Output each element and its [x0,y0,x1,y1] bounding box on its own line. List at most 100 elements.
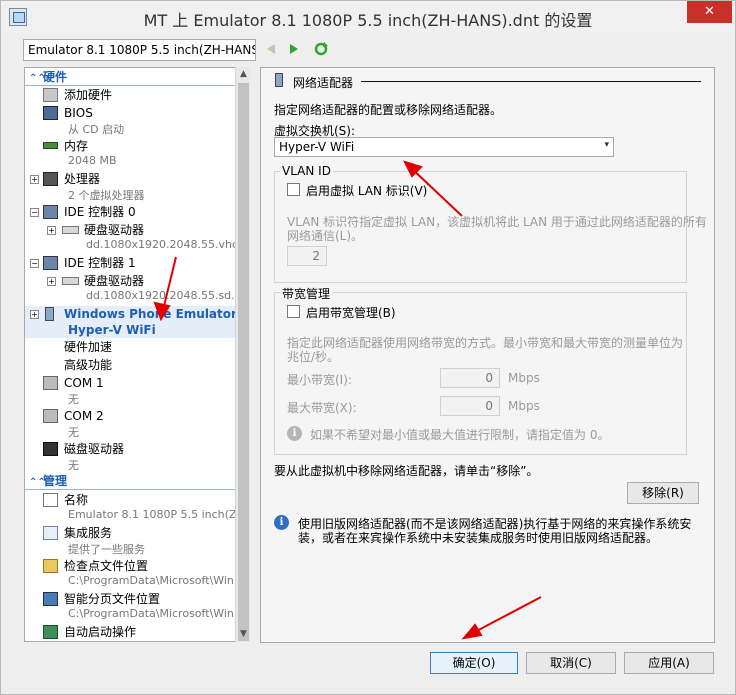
vlan-checkbox-label: 启用虚拟 LAN 标识(V) [306,184,428,198]
collapse-icon[interactable]: − [30,259,39,268]
autostart-icon [43,625,58,639]
tree-item-ide0-disk[interactable]: + 硬盘驱动器 [25,222,235,238]
min-bandwidth-input[interactable]: 0 [440,368,500,388]
bios-detail: 从 CD 启动 [68,123,125,136]
memory-icon [43,142,58,149]
checkpoint-detail: C:\ProgramData\Microsoft\Win... [68,574,245,587]
collapse-icon[interactable]: − [30,208,39,217]
collapse-chevron-icon: ⌃⌃ [29,477,46,488]
tree-item-diskette[interactable]: 磁盘驱动器 [25,441,235,457]
ide-controller-icon [43,205,58,219]
ok-button[interactable]: 确定(O) [430,652,518,674]
checkpoint-folder-icon [43,559,58,573]
network-adapter-icon [45,307,54,321]
tree-item-advanced[interactable]: 高级功能 [25,357,235,373]
tree-item-bios[interactable]: BIOS [25,105,235,121]
management-section-header[interactable]: ⌃⌃管理 [25,474,237,490]
vlan-description-2: 网络通信(L)。 [287,229,364,243]
apply-button[interactable]: 应用(A) [624,652,714,674]
com-port-icon [43,409,58,423]
legacy-info-2: 装，或者在来宾操作系统中未安装集成服务时使用旧版网络适配器。 [298,531,659,545]
bandwidth-checkbox-label: 启用带宽管理(B) [306,306,396,320]
paging-detail: C:\ProgramData\Microsoft\Win... [68,607,245,620]
max-bandwidth-unit: Mbps [508,399,540,413]
hardware-section-header[interactable]: ⌃⌃硬件 [25,70,237,86]
vlan-id-input[interactable]: 2 [287,246,327,266]
forward-icon[interactable] [286,41,302,57]
tree-item-integration[interactable]: 集成服务 [25,525,235,541]
tree-item-hw-acceleration[interactable]: 硬件加速 [25,339,235,355]
tree-item-ide0[interactable]: − IDE 控制器 0 [25,204,235,220]
name-detail: Emulator 8.1 1080P 5.5 inch(Z... [68,508,247,521]
tree-item-com2[interactable]: COM 2 [25,408,235,424]
bandwidth-checkbox[interactable] [287,305,300,318]
settings-tree: ⌃⌃硬件 添加硬件 BIOS 从 CD 启动 内存 2048 MB + 处理器 … [24,67,250,642]
min-bandwidth-unit: Mbps [508,371,540,385]
vlan-checkbox[interactable] [287,183,300,196]
expand-icon[interactable]: + [30,175,39,184]
integration-detail: 提供了一些服务 [68,543,145,556]
bios-chip-icon [43,106,58,120]
min-bandwidth-label: 最小带宽(I): [287,373,352,387]
expand-icon[interactable]: + [47,277,56,286]
vlan-group-label: VLAN ID [280,164,333,178]
floppy-disk-icon [43,442,58,456]
expand-icon[interactable]: + [47,226,56,235]
com-port-icon [43,376,58,390]
expand-icon[interactable]: + [30,310,39,319]
add-hardware-icon [43,88,58,102]
tree-scrollbar[interactable]: ▲ ▼ [235,67,250,642]
max-bandwidth-input[interactable]: 0 [440,396,500,416]
memory-detail: 2048 MB [68,154,117,167]
ide0-disk-detail: dd.1080x1920.2048.55.vhd [86,238,239,251]
section-title: 网络适配器 [293,76,354,90]
bandwidth-hint: 如果不希望对最小值或最大值进行限制，请指定值为 0。 [310,428,610,442]
tree-item-name[interactable]: 名称 [25,492,235,508]
network-adapter-icon [275,73,283,87]
paging-file-icon [43,592,58,606]
tree-item-ide1[interactable]: − IDE 控制器 1 [25,255,235,271]
bandwidth-description-2: 兆位/秒。 [287,350,340,364]
tree-item-ide1-disk[interactable]: + 硬盘驱动器 [25,273,235,289]
remove-description: 要从此虚拟机中移除网络适配器，请单击“移除”。 [274,464,539,478]
remove-button[interactable]: 移除(R) [627,482,699,504]
ide1-disk-detail: dd.1080x1920.2048.55.sd... [86,289,242,302]
hard-drive-icon [62,226,79,234]
processor-detail: 2 个虚拟处理器 [68,189,145,202]
scroll-thumb[interactable] [238,83,249,641]
com2-detail: 无 [68,426,79,439]
close-button[interactable]: ✕ [687,1,732,23]
title-bar: MT 上 Emulator 8.1 1080P 5.5 inch(ZH-HANS… [1,1,735,33]
scroll-up-icon[interactable]: ▲ [236,67,251,82]
tree-item-autostart[interactable]: 自动启动操作 [25,624,235,640]
back-icon[interactable] [263,41,279,57]
tree-item-checkpoint[interactable]: 检查点文件位置 [25,558,235,574]
info-icon: i [287,426,302,441]
refresh-icon[interactable] [313,41,329,57]
tree-item-memory[interactable]: 内存 [25,138,235,154]
tree-item-network-adapter[interactable]: + Windows Phone Emulator I... Hyper-V Wi… [25,306,249,338]
tree-item-add-hardware[interactable]: 添加硬件 [25,87,235,103]
com1-detail: 无 [68,393,79,406]
vm-selector[interactable]: Emulator 8.1 1080P 5.5 inch(ZH-HANS) [23,39,256,61]
diskette-detail: 无 [68,459,79,472]
cancel-button[interactable]: 取消(C) [526,652,616,674]
bandwidth-description-1: 指定此网络适配器使用网络带宽的方式。最小带宽和最大带宽的测量单位为 [287,336,684,350]
name-icon [43,493,58,507]
hard-drive-icon [62,277,79,285]
tree-item-processor[interactable]: + 处理器 [25,171,235,187]
dropdown-chevron-icon: ▾ [604,140,609,150]
ide-controller-icon [43,256,58,270]
virtual-switch-select[interactable]: Hyper-V WiFi ▾ [274,137,614,157]
processor-icon [43,172,58,186]
scroll-down-icon[interactable]: ▼ [236,627,251,642]
bandwidth-group-label: 带宽管理 [280,285,333,302]
tree-item-paging[interactable]: 智能分页文件位置 [25,591,235,607]
window-title: MT 上 Emulator 8.1 1080P 5.5 inch(ZH-HANS… [143,11,593,30]
integration-services-icon [43,526,58,540]
settings-window: MT 上 Emulator 8.1 1080P 5.5 inch(ZH-HANS… [0,0,736,695]
max-bandwidth-label: 最大带宽(X): [287,401,357,415]
tree-item-com1[interactable]: COM 1 [25,375,235,391]
section-divider [361,81,701,82]
info-icon: i [274,515,289,530]
